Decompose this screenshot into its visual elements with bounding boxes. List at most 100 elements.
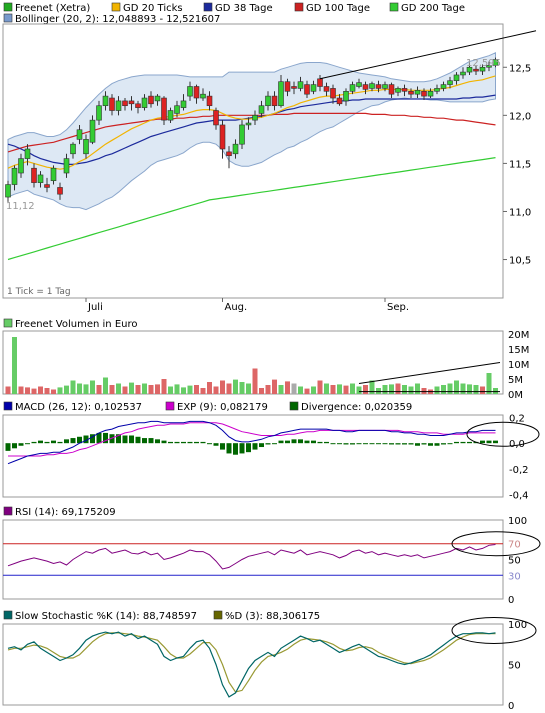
tick-note: 1 Tick = 1 Tag <box>7 287 71 297</box>
divergence-bar <box>129 435 134 444</box>
candle-body <box>278 81 284 107</box>
volume-ytick-label: 0M <box>508 390 523 401</box>
candle-body <box>421 90 427 97</box>
bollinger-legend-swatch <box>3 13 13 23</box>
divergence-bar <box>285 440 290 444</box>
candle-body <box>11 167 18 185</box>
volume-bar <box>70 380 76 394</box>
candle-body <box>356 82 362 87</box>
candle-body <box>388 84 395 95</box>
volume-bar <box>96 385 102 394</box>
candle-body <box>102 95 109 107</box>
volume-bar <box>480 386 485 394</box>
candle-body <box>401 88 408 92</box>
candle-body <box>76 129 83 140</box>
volume-bar <box>317 380 323 394</box>
volume-bar <box>246 383 251 394</box>
candle-body <box>375 84 382 89</box>
candle-body <box>395 88 401 93</box>
divergence-bar <box>213 443 219 446</box>
divergence-bar <box>376 443 381 445</box>
candle-body <box>206 95 213 107</box>
volume-bar <box>77 383 82 394</box>
divergence-bar <box>31 441 37 444</box>
divergence-bar <box>428 443 433 446</box>
candle-body <box>265 95 271 107</box>
divergence-bar <box>454 441 459 444</box>
divergence-bar <box>57 441 63 444</box>
divergence-bar <box>337 443 342 445</box>
volume-bar <box>38 386 43 394</box>
rsi-ytick-label: 30 <box>508 571 521 582</box>
price-ytick-label: 12,0 <box>509 111 531 122</box>
volume-bar <box>395 383 401 394</box>
candle-body <box>31 167 37 183</box>
candle-body <box>37 174 44 183</box>
divergence-bar <box>421 443 427 445</box>
candle-body <box>122 100 128 107</box>
candle-body <box>57 187 63 195</box>
divergence-bar <box>226 443 232 454</box>
price-legend-swatch-0 <box>3 2 13 12</box>
macd-panel <box>2 414 504 498</box>
candle-body <box>239 124 245 145</box>
stoch-legend-label-0: Slow Stochastic %K (14): 88,748597 <box>15 611 197 622</box>
candle-body <box>187 86 193 97</box>
volume-bar <box>161 379 167 394</box>
volume-bar <box>376 388 381 394</box>
macd-legend-swatch-0 <box>3 401 13 411</box>
macd-legend-label-0: MACD (26, 12): 0,102537 <box>15 402 142 413</box>
volume-bar <box>194 385 199 394</box>
candle-body <box>180 100 187 108</box>
candle-body <box>219 124 226 150</box>
volume-bar <box>103 377 108 394</box>
divergence-bar <box>389 443 394 445</box>
price-xtick-label: Sep. <box>387 302 409 313</box>
divergence-bar <box>233 443 238 455</box>
candle-body <box>161 97 167 121</box>
price-ytick-label: 12,5 <box>509 63 531 74</box>
volume-ytick-label: 20M <box>508 330 529 341</box>
volume-bar <box>460 383 466 394</box>
candle-body <box>310 84 317 92</box>
candle-body <box>24 148 31 159</box>
divergence-bar <box>382 443 388 445</box>
candle-body <box>336 97 343 105</box>
divergence-bar <box>220 443 225 450</box>
volume-bar <box>291 383 297 394</box>
candle-body <box>135 103 141 108</box>
divergence-bar <box>493 440 498 444</box>
candle-body <box>440 84 447 89</box>
volume-bar <box>57 387 63 394</box>
volume-ytick-label: 15M <box>508 345 529 356</box>
volume-bar <box>473 385 479 394</box>
candle-body <box>271 95 278 107</box>
price-legend-label-0: Freenet (Xetra) <box>15 3 90 14</box>
volume-bar <box>18 386 24 394</box>
divergence-bar <box>434 443 440 446</box>
divergence-bar <box>330 443 336 445</box>
candle-body <box>473 68 479 72</box>
divergence-bar <box>148 438 154 444</box>
candle-body <box>447 80 453 85</box>
volume-bar <box>64 385 69 394</box>
candle-body <box>349 84 356 92</box>
candle-body <box>232 143 239 155</box>
volume-bar <box>252 368 258 394</box>
price-legend-swatch-3 <box>294 2 304 12</box>
divergence-bar <box>161 440 167 444</box>
rsi-ytick-label: 0 <box>508 595 514 606</box>
volume-bar <box>259 388 264 394</box>
price-ytick-label: 11,5 <box>509 159 531 170</box>
divergence-bar <box>168 441 173 444</box>
volume-bar <box>493 388 498 394</box>
stoch-legend-swatch-0 <box>3 610 13 620</box>
price-ytick-label: 11,0 <box>509 207 531 218</box>
divergence-bar <box>259 443 264 448</box>
volume-bar <box>311 386 316 394</box>
volume-bar <box>304 388 310 394</box>
volume-legend-label-0: Freenet Volumen in Euro <box>15 319 137 330</box>
divergence-bar <box>311 440 316 444</box>
divergence-bar <box>324 441 329 444</box>
volume-bar <box>12 337 17 394</box>
